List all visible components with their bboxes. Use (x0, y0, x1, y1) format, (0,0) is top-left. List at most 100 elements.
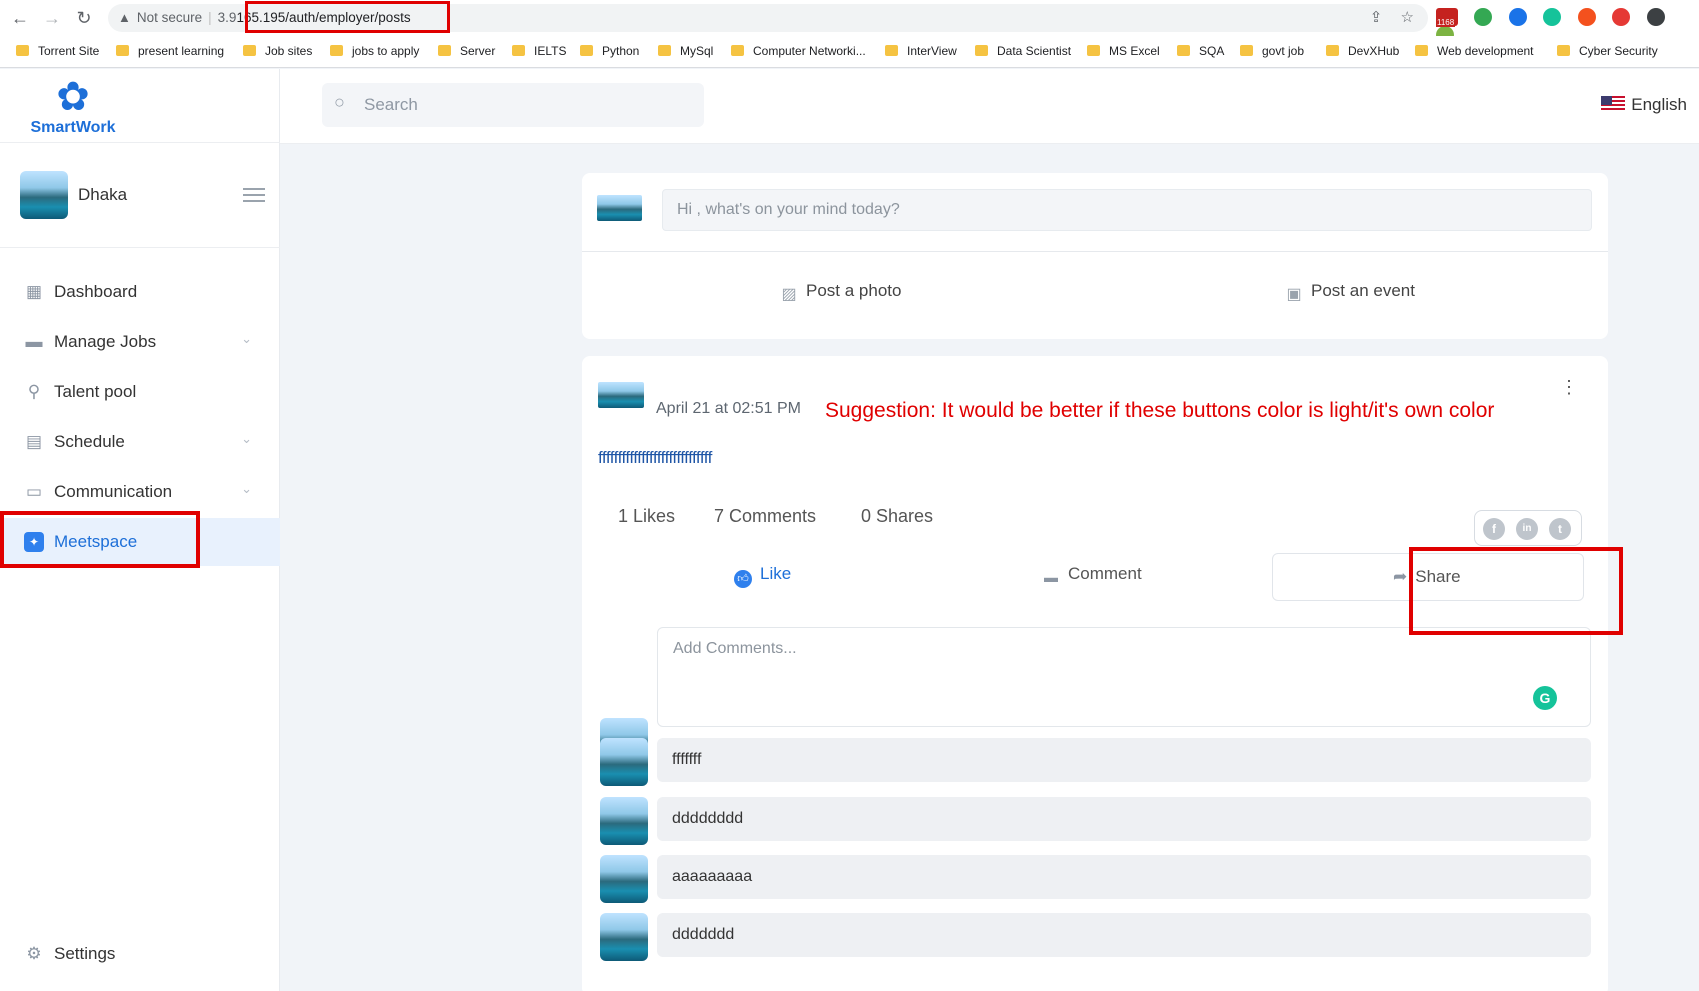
bookmark-folder[interactable]: IELTS (512, 44, 566, 58)
bookmark-folder[interactable]: MS Excel (1087, 44, 1160, 58)
folder-icon (16, 45, 29, 56)
share-arrow-icon: ➦ (1393, 567, 1408, 586)
linkedin-icon[interactable]: in (1516, 518, 1538, 540)
smartwork-logo[interactable]: ✿ SmartWork (18, 77, 128, 141)
folder-icon (1326, 45, 1339, 56)
sidebar-item-communication[interactable]: ▭ Communication ⌄ (0, 468, 280, 516)
sidebar-item-settings[interactable]: ⚙ Settings (0, 930, 280, 978)
comment-button[interactable]: ▬ Comment (1042, 564, 1142, 586)
grammarly-extension-icon[interactable] (1543, 8, 1562, 26)
comments-count[interactable]: 7 Comments (714, 506, 816, 527)
comment-item: dddddddd (657, 797, 1591, 841)
gmail-extension-icon[interactable]: 1168 (1436, 8, 1458, 27)
sidebar-item-label: Schedule (54, 432, 125, 451)
avatar (600, 913, 648, 961)
composer-input[interactable]: Hi , what's on your mind today? (662, 189, 1592, 231)
app-root: ✿ SmartWork Dhaka ▦ Dashboard ▬ Manage J… (0, 69, 1699, 991)
bookmark-folder[interactable]: Python (580, 44, 639, 58)
bookmark-folder[interactable]: DevXHub (1326, 44, 1399, 58)
post-content: fffffffffffffffffffffffffffff (598, 448, 712, 467)
calendar-icon: ▣ (1286, 286, 1302, 303)
folder-icon (512, 45, 525, 56)
sidebar-item-label: Manage Jobs (54, 332, 157, 351)
avatar (600, 855, 648, 903)
extension-icon-orange[interactable] (1577, 8, 1596, 26)
sidebar-item-label: Talent pool (54, 382, 137, 401)
grammarly-icon[interactable]: G (1533, 686, 1557, 710)
sidebar-item-talent-pool[interactable]: ⚲ Talent pool (0, 368, 280, 416)
post-composer: Hi , what's on your mind today? ▨ Post a … (582, 173, 1608, 339)
folder-icon (731, 45, 744, 56)
like-label: Like (760, 564, 792, 583)
bookmark-folder[interactable]: MySql (658, 44, 713, 58)
avatar (598, 382, 644, 408)
comment-input[interactable] (673, 640, 1553, 710)
bookmark-folder[interactable]: Torrent Site (16, 44, 99, 58)
share-page-icon[interactable]: ⇪ (1370, 9, 1383, 26)
facebook-icon[interactable]: f (1483, 518, 1505, 540)
bookmark-folder[interactable]: Server (438, 44, 495, 58)
folder-icon (658, 45, 671, 56)
brand-name: SmartWork (30, 119, 116, 136)
divider (0, 142, 280, 143)
extension-icon-dark[interactable] (1646, 8, 1665, 26)
reload-icon[interactable]: ↻ (74, 8, 94, 28)
bookmark-folder[interactable]: SQA (1177, 44, 1224, 58)
forward-arrow-icon[interactable]: → (42, 8, 62, 28)
post-photo-label: Post a photo (806, 281, 902, 300)
not-secure-label: Not secure (136, 10, 203, 25)
search-box[interactable]: ○ (322, 83, 704, 127)
comment-item: ddddddd (657, 913, 1591, 957)
bookmark-folder[interactable]: Web development (1415, 44, 1534, 58)
folder-icon (975, 45, 988, 56)
bookmark-folder[interactable]: Job sites (243, 44, 312, 58)
like-button[interactable]: 👍︎ Like (734, 564, 791, 588)
more-options-icon[interactable]: ⋮ (1560, 378, 1578, 396)
sidebar-item-schedule[interactable]: ▤ Schedule ⌄ (0, 418, 280, 466)
bookmark-folder[interactable]: present learning (116, 44, 224, 58)
bookmark-folder[interactable]: jobs to apply (330, 44, 419, 58)
folder-icon (1240, 45, 1253, 56)
post-photo-button[interactable]: ▨ Post a photo (780, 281, 901, 304)
twitter-icon[interactable]: t (1549, 518, 1571, 540)
calendar-icon: ▤ (25, 432, 43, 451)
sidebar-item-manage-jobs[interactable]: ▬ Manage Jobs ⌄ (0, 318, 280, 366)
shield-extension-icon[interactable] (1474, 8, 1493, 26)
bookmark-star-icon[interactable]: ☆ (1401, 9, 1414, 26)
browser-toolbar: ← → ↻ ▲ Not secure | 3.9165.195/auth/employ… (0, 0, 1699, 45)
hamburger-menu-icon[interactable] (243, 188, 265, 202)
chat-icon: ▭ (25, 482, 43, 501)
divider (582, 251, 1608, 252)
sidebar-item-label: Dashboard (54, 282, 138, 301)
language-selector[interactable]: English (1601, 95, 1687, 115)
user-profile[interactable]: Dhaka (20, 171, 265, 221)
thumbs-up-icon: 👍︎ (734, 570, 752, 588)
post-event-button[interactable]: ▣ Post an event (1285, 281, 1415, 304)
extension-icon-red[interactable] (1612, 8, 1631, 26)
talent-search-icon: ⚲ (27, 382, 41, 401)
post-card: April 21 at 02:51 PM Suggestion: It woul… (582, 356, 1608, 991)
avatar (597, 195, 642, 221)
folder-icon (580, 45, 593, 56)
bookmark-folder[interactable]: Computer Networki... (731, 44, 866, 58)
sidebar-item-dashboard[interactable]: ▦ Dashboard (0, 268, 280, 316)
bookmarks-bar: Torrent Site present learning Job sites … (0, 36, 1699, 68)
folder-icon (1415, 45, 1428, 56)
folder-icon (243, 45, 256, 56)
back-arrow-icon[interactable]: ← (10, 8, 30, 28)
search-input[interactable] (364, 83, 694, 127)
drop-extension-icon[interactable] (1508, 8, 1527, 26)
avatar (600, 797, 648, 845)
url-prefix: 3.9 (217, 10, 237, 25)
bookmark-folder[interactable]: InterView (885, 44, 957, 58)
bookmark-folder[interactable]: Data Scientist (975, 44, 1071, 58)
shares-count[interactable]: 0 Shares (861, 506, 933, 527)
bookmark-folder[interactable]: govt job (1240, 44, 1304, 58)
gear-logo-icon: ✿ (56, 75, 90, 119)
likes-count[interactable]: 1 Likes (618, 506, 675, 527)
folder-icon (1087, 45, 1100, 56)
folder-icon (1177, 45, 1190, 56)
avatar (20, 171, 68, 219)
bookmark-folder[interactable]: Cyber Security (1557, 44, 1658, 58)
avatar (600, 738, 648, 786)
